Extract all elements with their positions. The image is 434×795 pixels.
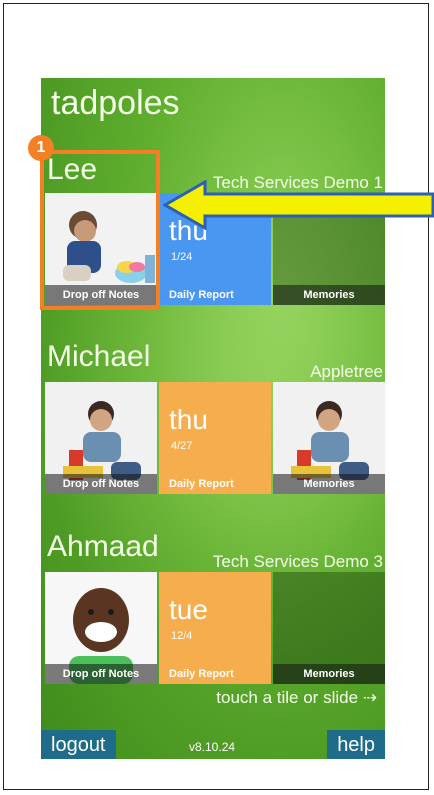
tile-label: Daily Report xyxy=(169,289,234,301)
version-label: v8.10.24 xyxy=(189,740,236,754)
swipe-hint: touch a tile or slide ⇢ xyxy=(216,688,377,707)
help-button[interactable]: help xyxy=(327,730,385,759)
report-date: 12/4 xyxy=(171,630,193,642)
tile-label: Daily Report xyxy=(169,478,234,490)
arrow-left-icon xyxy=(163,180,434,230)
step-number-badge: 1 xyxy=(28,135,54,161)
logout-button[interactable]: logout xyxy=(41,730,116,759)
tile-label: Memories xyxy=(273,474,385,494)
tile-label: Drop off Notes xyxy=(45,474,157,494)
report-day: thu xyxy=(169,404,208,435)
tile-label: Daily Report xyxy=(169,668,234,680)
tile-label: Memories xyxy=(273,285,385,305)
daily-report-tile[interactable]: tue 12/4 Daily Report xyxy=(159,572,271,684)
child-name: Michael xyxy=(47,340,151,373)
child-name: Ahmaad xyxy=(47,530,159,563)
app-title: tadpoles xyxy=(51,84,180,122)
report-date: 4/27 xyxy=(171,440,193,452)
highlight-box xyxy=(40,150,160,310)
report-day: tue xyxy=(169,594,208,625)
daily-report-tile[interactable]: thu 4/27 Daily Report xyxy=(159,382,271,494)
org-name: Appletree xyxy=(310,362,383,381)
memories-tile[interactable]: Memories xyxy=(273,572,385,684)
tile-label: Memories xyxy=(273,664,385,684)
report-date: 1/24 xyxy=(171,251,193,263)
dropoff-notes-tile[interactable]: Drop off Notes xyxy=(45,382,157,494)
memories-tile[interactable]: Memories xyxy=(273,382,385,494)
org-name: Tech Services Demo 3 xyxy=(212,552,383,571)
dropoff-notes-tile[interactable]: Drop off Notes xyxy=(45,572,157,684)
tile-label: Drop off Notes xyxy=(45,664,157,684)
